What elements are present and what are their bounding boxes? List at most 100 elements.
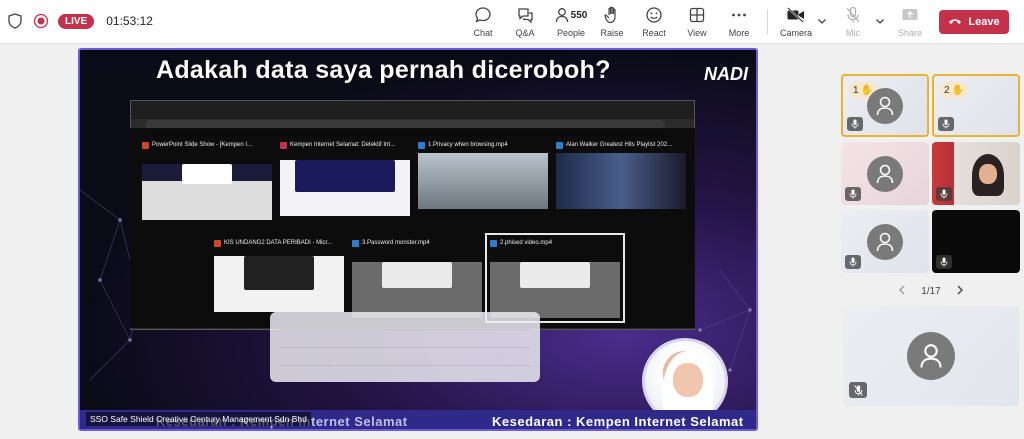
switcher-thumb[interactable]: KIS UNDANG2 DATA PERIBADI - Micr... — [214, 238, 344, 312]
participant-video-tile[interactable] — [932, 142, 1020, 205]
share-button[interactable]: Share — [887, 4, 933, 42]
qa-label: Q&A — [515, 28, 535, 38]
switcher-thumb-selected[interactable]: 2.phised video.mp4 — [485, 233, 625, 323]
video-file-icon — [352, 239, 359, 247]
toolbar-divider — [767, 10, 768, 34]
switcher-thumb[interactable]: 3.Password monster.mp4 — [352, 238, 482, 318]
camera-button[interactable]: Camera — [773, 4, 819, 42]
chevron-left-icon[interactable] — [898, 285, 906, 298]
camera-off-icon — [786, 4, 806, 26]
raise-hand-button[interactable]: Raise — [589, 4, 635, 42]
qa-icon — [516, 4, 534, 26]
app-icon — [280, 141, 287, 149]
thumb-title: Alan Walker Greatest Hits Playlist 202..… — [566, 142, 673, 148]
switcher-thumb[interactable]: PowerPoint Slide Show - [Kempen I... — [142, 140, 272, 220]
phone-hangup-icon — [948, 16, 962, 28]
hand-queue-number: 1 — [853, 84, 859, 96]
suggestion-row — [280, 316, 530, 330]
mic-button[interactable]: Mic — [830, 4, 876, 42]
mic-off-icon — [847, 117, 863, 131]
live-badge: LIVE — [58, 13, 95, 29]
mic-off-icon — [936, 255, 952, 269]
powerpoint-icon — [142, 141, 149, 149]
switcher-thumb[interactable]: 1.Privacy when browsing.mp4 — [418, 140, 548, 209]
participant-tile[interactable] — [841, 142, 929, 205]
thumb-title: 2.phised video.mp4 — [500, 240, 553, 246]
mic-off-icon — [938, 117, 954, 131]
chevron-right-icon[interactable] — [956, 285, 964, 298]
react-button[interactable]: React — [631, 4, 677, 42]
gallery-pager: 1/17 — [898, 283, 964, 299]
avatar — [867, 87, 903, 124]
chat-icon — [474, 4, 492, 26]
people-count: 550 — [570, 9, 588, 21]
qa-button[interactable]: Q&A — [502, 4, 548, 42]
share-screen-icon — [901, 4, 919, 26]
participant-tile[interactable]: 1 ✋ — [841, 74, 929, 137]
banner-text-right: Kesedaran : Kempen Internet Selamat — [492, 414, 744, 429]
thumb-title: 3.Password monster.mp4 — [362, 240, 430, 246]
mic-off-icon — [845, 255, 861, 269]
view-label: View — [687, 28, 707, 38]
browser-tab-strip — [131, 101, 694, 119]
avatar — [867, 155, 903, 192]
thumb-title: 1.Privacy when browsing.mp4 — [428, 142, 508, 148]
grid-view-icon — [689, 4, 705, 26]
presenter-face — [673, 363, 703, 397]
meeting-timer: 01:53:12 — [106, 14, 153, 28]
mic-off-icon — [936, 187, 952, 201]
leave-button[interactable]: Leave — [939, 10, 1009, 34]
view-button[interactable]: View — [674, 4, 720, 42]
react-label: React — [642, 28, 666, 38]
more-button[interactable]: More — [716, 4, 762, 42]
meeting-status: LIVE 01:53:12 — [6, 12, 153, 30]
people-icon — [555, 8, 568, 23]
suggestion-row — [280, 334, 530, 348]
browser-icon — [556, 141, 563, 149]
avatar — [867, 223, 903, 260]
more-icon — [731, 4, 747, 26]
participant-tile[interactable]: 2 ✋ — [932, 74, 1020, 137]
emoji-icon — [645, 4, 663, 26]
hand-icon: ✋ — [951, 84, 965, 96]
leave-label: Leave — [968, 16, 1000, 28]
camera-options-chevron-icon[interactable] — [817, 14, 827, 26]
suggestion-row — [280, 352, 530, 366]
share-label: Share — [897, 28, 923, 38]
people-label: People — [556, 28, 586, 38]
task-switcher: PowerPoint Slide Show - [Kempen I... Kem… — [130, 128, 695, 328]
chat-button[interactable]: Chat — [460, 4, 506, 42]
self-view-tile[interactable] — [843, 306, 1019, 406]
recording-icon — [32, 12, 50, 30]
more-label: More — [728, 28, 750, 38]
people-icon-group: 550 — [555, 4, 588, 26]
shared-screen-stage[interactable]: Adakah data saya pernah diceroboh? NADI … — [78, 48, 758, 431]
slide-title: Adakah data saya pernah diceroboh? — [156, 56, 611, 84]
video-file-icon — [490, 239, 497, 247]
shield-icon[interactable] — [6, 12, 24, 30]
participant-tile[interactable] — [841, 210, 929, 273]
thumb-title: Kempen Internet Selamat: Detektif Int... — [290, 142, 396, 148]
raised-hand-badge: 2 ✋ — [940, 82, 969, 98]
hand-icon — [604, 4, 620, 26]
participant-face — [979, 164, 997, 184]
search-suggestions-panel — [270, 312, 540, 382]
switcher-thumb[interactable]: Alan Walker Greatest Hits Playlist 202..… — [556, 140, 686, 209]
video-file-icon — [418, 141, 425, 149]
meeting-toolbar: LIVE 01:53:12 Chat Q&A 550 People Raise … — [0, 0, 1024, 44]
presenter-caption: SSO Safe Shield Creative Century Managem… — [86, 412, 311, 426]
raise-label: Raise — [600, 28, 624, 38]
nadi-logo: NADI — [704, 64, 748, 84]
mic-options-chevron-icon[interactable] — [875, 14, 885, 26]
switcher-thumb[interactable]: Kempen Internet Selamat: Detektif Int... — [280, 140, 410, 216]
hand-queue-number: 2 — [944, 84, 950, 96]
mic-off-icon — [849, 382, 867, 398]
camera-label: Camera — [779, 28, 812, 38]
mic-off-icon — [845, 187, 861, 201]
avatar — [907, 332, 955, 380]
participant-tile[interactable] — [932, 210, 1020, 273]
powerpoint-icon — [214, 239, 221, 247]
mic-label: Mic — [846, 28, 860, 38]
thumb-title: KIS UNDANG2 DATA PERIBADI - Micr... — [224, 240, 333, 246]
chat-label: Chat — [473, 28, 493, 38]
